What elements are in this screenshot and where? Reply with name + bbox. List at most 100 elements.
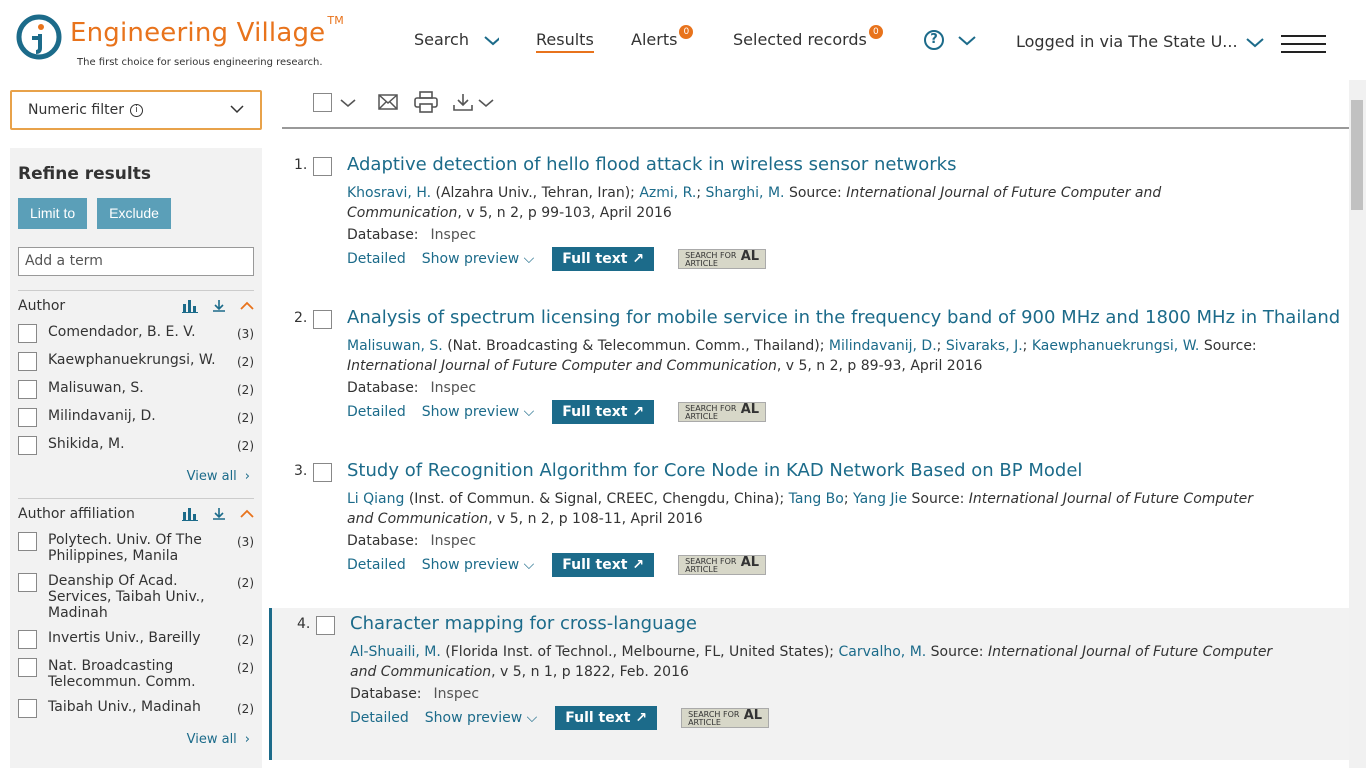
download-icon[interactable] [212, 299, 226, 313]
chevron-up-icon[interactable] [240, 509, 254, 519]
nav-search[interactable]: Search [414, 30, 499, 49]
full-text-button[interactable]: Full text ↗ [555, 706, 658, 730]
search-for-article-button[interactable]: SEARCH FOR ARTICLE AL [681, 708, 770, 728]
numeric-filter-dropdown[interactable]: Numeric filter i [10, 90, 262, 130]
sfa-logo-text: AL [740, 402, 760, 417]
show-preview-link[interactable]: Show preview ⌵ [422, 404, 535, 420]
nav-selected-records[interactable]: Selected records 0 [733, 24, 883, 49]
chevron-right-icon: › [244, 469, 250, 484]
author-link[interactable]: Khosravi, H. [347, 185, 431, 201]
exclude-button[interactable]: Exclude [97, 198, 171, 229]
facet-item-label: Comendador, B. E. V. [48, 324, 196, 340]
brand-text: Engineering Village [70, 18, 326, 48]
facet-author-item[interactable]: Kaewphanuekrungsi, W. (2) [18, 352, 254, 371]
limit-to-button[interactable]: Limit to [18, 198, 88, 229]
author-link[interactable]: Kaewphanuekrungsi, W. [1032, 338, 1200, 354]
email-icon[interactable] [378, 94, 398, 110]
checkbox[interactable] [18, 532, 37, 551]
full-text-label: Full text [562, 404, 628, 420]
show-preview-link[interactable]: Show preview ⌵ [422, 251, 535, 267]
bar-chart-icon[interactable] [182, 507, 198, 521]
checkbox[interactable] [18, 699, 37, 718]
show-preview-link[interactable]: Show preview ⌵ [425, 710, 538, 726]
chevron-up-icon[interactable] [240, 301, 254, 311]
result-number: 2. [294, 310, 308, 326]
download-icon[interactable] [453, 93, 473, 111]
checkbox[interactable] [18, 352, 37, 371]
select-all-checkbox[interactable] [313, 93, 332, 112]
result-title-link[interactable]: Character mapping for cross-language [350, 613, 697, 634]
facet-author-item[interactable]: Milindavanij, D. (2) [18, 408, 254, 427]
search-for-article-button[interactable]: SEARCH FOR ARTICLE AL [678, 249, 767, 269]
view-all-affiliations-link[interactable]: View all › [18, 732, 254, 747]
detailed-link[interactable]: Detailed [347, 251, 406, 267]
facet-item-count: (2) [237, 355, 254, 369]
nav-results[interactable]: Results [536, 30, 594, 53]
bar-chart-icon[interactable] [182, 299, 198, 313]
add-term-input[interactable]: Add a term [18, 247, 254, 276]
facet-affiliation-item[interactable]: Invertis Univ., Bareilly (2) [18, 630, 254, 649]
result-title-link[interactable]: Adaptive detection of hello flood attack… [347, 154, 956, 175]
detailed-link[interactable]: Detailed [347, 404, 406, 420]
result-checkbox[interactable] [316, 616, 335, 635]
facet-author-item[interactable]: Malisuwan, S. (2) [18, 380, 254, 399]
facet-affiliation-item[interactable]: Taibah Univ., Madinah (2) [18, 699, 254, 718]
result-checkbox[interactable] [313, 157, 332, 176]
full-text-button[interactable]: Full text ↗ [552, 400, 655, 424]
info-icon[interactable]: i [129, 103, 143, 117]
facet-item-label: Shikida, M. [48, 436, 125, 452]
nav-alerts[interactable]: Alerts 0 [631, 24, 694, 49]
full-text-button[interactable]: Full text ↗ [552, 553, 655, 577]
print-icon[interactable] [414, 91, 438, 113]
result-checkbox[interactable] [313, 463, 332, 482]
author-link[interactable]: Sharghi, M. [706, 185, 785, 201]
result-database: Database: Inspec [350, 686, 479, 702]
author-link[interactable]: Carvalho, M. [838, 644, 926, 660]
facet-affiliation-item[interactable]: Nat. Broadcasting Telecommun. Comm. (2) [18, 658, 254, 690]
author-link[interactable]: Al-Shuaili, M. [350, 644, 441, 660]
download-icon[interactable] [212, 507, 226, 521]
result-checkbox[interactable] [313, 310, 332, 329]
result-title-link[interactable]: Study of Recognition Algorithm for Core … [347, 460, 1082, 481]
hamburger-menu-icon[interactable] [1281, 35, 1326, 55]
checkbox[interactable] [18, 436, 37, 455]
result-item: 1. Adaptive detection of hello flood att… [282, 154, 1349, 307]
checkbox[interactable] [18, 408, 37, 427]
checkbox[interactable] [18, 630, 37, 649]
checkbox[interactable] [18, 658, 37, 677]
scrollbar-thumb[interactable] [1351, 100, 1363, 210]
checkbox[interactable] [18, 573, 37, 592]
source-label: Source: [788, 185, 842, 201]
checkbox[interactable] [18, 324, 37, 343]
author-link[interactable]: Sivaraks, J. [946, 338, 1023, 354]
detailed-link[interactable]: Detailed [347, 557, 406, 573]
author-link[interactable]: Yang Jie [853, 491, 907, 507]
search-for-article-button[interactable]: SEARCH FOR ARTICLE AL [678, 402, 767, 422]
result-title-link[interactable]: Analysis of spectrum licensing for mobil… [347, 307, 1340, 328]
detailed-link[interactable]: Detailed [350, 710, 409, 726]
chevron-down-icon[interactable] [340, 98, 356, 108]
logo[interactable] [16, 14, 62, 60]
author-link[interactable]: Li Qiang [347, 491, 404, 507]
search-for-article-button[interactable]: SEARCH FOR ARTICLE AL [678, 555, 767, 575]
author-link[interactable]: Azmi, R. [639, 185, 696, 201]
facet-affiliation-item[interactable]: Polytech. Univ. Of The Philippines, Mani… [18, 532, 254, 564]
chevron-down-icon[interactable] [478, 98, 494, 108]
view-all-authors-link[interactable]: View all › [18, 469, 254, 484]
scrollbar[interactable] [1349, 80, 1366, 768]
author-link[interactable]: Milindavanij, D. [829, 338, 937, 354]
checkbox[interactable] [18, 380, 37, 399]
facet-author-item[interactable]: Shikida, M. (2) [18, 436, 254, 455]
facet-affiliation-item[interactable]: Deanship Of Acad. Services, Taibah Univ.… [18, 573, 254, 621]
nav-help[interactable]: ? [924, 30, 976, 50]
author-link[interactable]: Tang Bo [789, 491, 844, 507]
facet-author-item[interactable]: Comendador, B. E. V. (3) [18, 324, 254, 343]
nav-search-label: Search [414, 30, 469, 49]
database-label: Database: [347, 227, 419, 243]
author-link[interactable]: Malisuwan, S. [347, 338, 443, 354]
brand-name[interactable]: Engineering Village TM [70, 14, 344, 48]
view-all-label: View all [186, 732, 237, 747]
nav-account[interactable]: Logged in via The State U... [1016, 32, 1264, 51]
full-text-button[interactable]: Full text ↗ [552, 247, 655, 271]
show-preview-link[interactable]: Show preview ⌵ [422, 557, 535, 573]
